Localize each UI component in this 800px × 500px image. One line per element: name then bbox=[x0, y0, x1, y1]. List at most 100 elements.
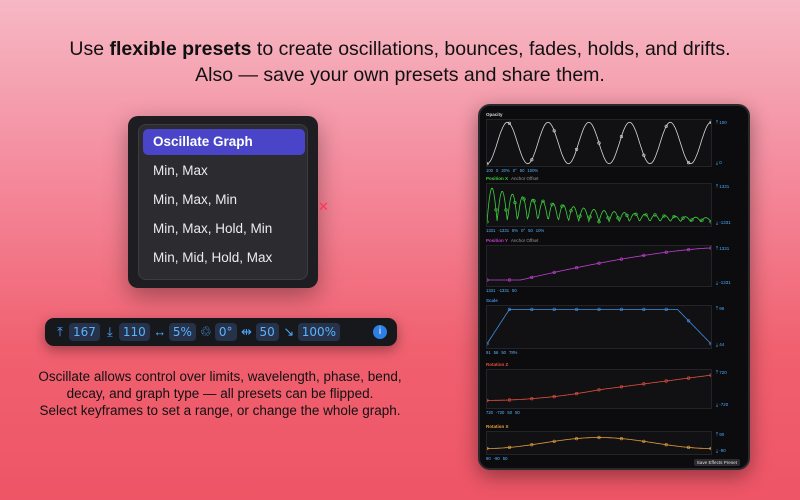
graph-canvas[interactable] bbox=[485, 431, 713, 455]
footer-value[interactable]: -1331 bbox=[498, 228, 509, 233]
graph-curve-svg bbox=[485, 120, 713, 166]
footer-value[interactable]: -90 bbox=[494, 456, 500, 461]
max-value[interactable]: 167 bbox=[69, 323, 100, 341]
panel-header: Position X Anchor Offset bbox=[486, 174, 744, 183]
decay-value[interactable]: 100% bbox=[297, 323, 341, 341]
oscillate-toolbar: ⤒ 167 ⤓ 110 ↔ 5% ♲ 0° ⇹ 50 ↘ 100% i bbox=[45, 318, 397, 346]
footer-value[interactable]: -720 bbox=[496, 410, 504, 415]
footer-value[interactable]: 100% bbox=[527, 168, 538, 173]
footer-value[interactable]: 20% bbox=[501, 168, 509, 173]
panel-header: Scale bbox=[486, 296, 744, 305]
caption-line-2: decay, and graph type — all presets can … bbox=[66, 386, 374, 401]
menu-item-min-max[interactable]: Min, Max bbox=[143, 158, 305, 184]
footer-value[interactable]: 0° bbox=[513, 168, 517, 173]
footer-value[interactable]: 1331 bbox=[486, 228, 495, 233]
footer-value[interactable]: 8% bbox=[512, 228, 518, 233]
footer-value[interactable]: -1331 bbox=[498, 288, 509, 293]
graph-curve bbox=[486, 187, 712, 224]
graph-panel: Scale ⤒ 96 ⤓ 44 91 56 50 78% bbox=[485, 296, 744, 356]
footer-value[interactable]: 0° bbox=[521, 228, 525, 233]
min-limit-icon: ⤓ bbox=[107, 324, 113, 339]
graph-curve-svg bbox=[485, 435, 713, 451]
footer-value[interactable]: 50 bbox=[512, 288, 517, 293]
panel-footer: 1331 -1331 8% 0° 50 10% bbox=[486, 227, 744, 234]
footer-value[interactable]: 50 bbox=[503, 456, 508, 461]
panel-max-label: ⤒ 96 bbox=[716, 306, 725, 311]
bend-value[interactable]: 50 bbox=[255, 323, 279, 341]
graph-canvas[interactable] bbox=[485, 119, 713, 167]
graph-curve-svg bbox=[485, 187, 713, 224]
graph-panel: Position X Anchor Offset ⤒ 1331 ⤓ -1331 1331… bbox=[485, 174, 744, 234]
panel-title: Rotation Z bbox=[486, 362, 509, 367]
graph-canvas[interactable] bbox=[485, 305, 713, 349]
graph-curve bbox=[487, 374, 712, 401]
panel-header: Rotation X bbox=[486, 422, 744, 431]
caption-line-3: Select keyframes to set a range, or chan… bbox=[39, 403, 401, 418]
footer-value[interactable]: 50 bbox=[515, 410, 520, 415]
preset-menu-window: Oscillate Graph Min, Max Min, Max, Min M… bbox=[128, 116, 318, 288]
min-control[interactable]: ⤓ 110 bbox=[103, 322, 150, 342]
footer-value[interactable]: 91 bbox=[486, 350, 491, 355]
min-value[interactable]: 110 bbox=[118, 323, 150, 341]
graph-canvas[interactable] bbox=[485, 369, 713, 409]
graph-panel: Position Y Anchor Offset ⤒ 1331 ⤓ -1331 1331… bbox=[485, 236, 744, 294]
panel-max-label: ⤒ 720 bbox=[716, 370, 727, 375]
info-icon[interactable]: i bbox=[373, 325, 387, 339]
menu-item-min-mid-hold-max[interactable]: Min, Mid, Hold, Max bbox=[143, 245, 305, 271]
phase-cycle-icon: ♲ bbox=[200, 324, 212, 339]
footer-value[interactable]: 90 bbox=[486, 456, 491, 461]
graph-panel: Rotation X ⤒ 90 ⤓ -90 90 -90 50 bbox=[485, 422, 744, 462]
wavelength-control[interactable]: ↔ 5% bbox=[153, 322, 196, 342]
panel-max-label: ⤒ 1331 bbox=[716, 246, 730, 251]
bend-control[interactable]: ⇹ 50 bbox=[240, 322, 279, 342]
footer-value[interactable]: 78% bbox=[509, 350, 517, 355]
footer-value[interactable]: 10% bbox=[536, 228, 544, 233]
graph-curve-svg bbox=[485, 307, 713, 346]
headline: Use flexible presets to create oscillati… bbox=[0, 36, 800, 88]
panel-min-label: ⤓ -720 bbox=[716, 402, 729, 407]
panel-max-label: ⤒ 90 bbox=[716, 432, 725, 437]
footer-value[interactable]: 1331 bbox=[486, 288, 495, 293]
footer-value[interactable]: 50 bbox=[507, 410, 512, 415]
panel-min-label: ⤓ -1331 bbox=[716, 220, 731, 225]
footer-value[interactable]: 50 bbox=[520, 168, 525, 173]
footer-value[interactable]: 56 bbox=[494, 350, 499, 355]
footer-value[interactable]: 50 bbox=[528, 228, 533, 233]
panel-title: Position Y bbox=[486, 238, 508, 243]
panel-title: Rotation X bbox=[486, 424, 509, 429]
graph-curve-svg bbox=[485, 373, 713, 403]
panel-header: Position Y Anchor Offset bbox=[486, 236, 744, 245]
graph-canvas[interactable] bbox=[485, 245, 713, 287]
caption-line-1: Oscillate allows control over limits, wa… bbox=[38, 369, 402, 384]
tablet-device: Opacity ⤒ 100 ⤓ 0 100 0 20% 0° 50 100% Position X… bbox=[478, 104, 750, 470]
graph-curve bbox=[486, 309, 712, 345]
footer-value[interactable]: 720 bbox=[486, 410, 493, 415]
footer-value[interactable]: 100 bbox=[486, 168, 493, 173]
menu-item-min-max-min[interactable]: Min, Max, Min bbox=[143, 187, 305, 213]
decay-control[interactable]: ↘ 100% bbox=[282, 322, 341, 342]
footer-value[interactable]: 50 bbox=[501, 350, 506, 355]
panel-max-label: ⤒ 1331 bbox=[716, 184, 730, 189]
panel-tag[interactable]: Anchor Offset bbox=[511, 238, 538, 243]
graph-curve bbox=[487, 247, 711, 281]
graph-panel: Rotation Z ⤒ 720 ⤓ -720 720 -720 50 50 bbox=[485, 360, 744, 416]
panel-title: Scale bbox=[486, 298, 498, 303]
footer-value[interactable]: 0 bbox=[496, 168, 498, 173]
headline-bold: flexible presets bbox=[109, 38, 252, 60]
menu-item-min-max-hold-min[interactable]: Min, Max, Hold, Min bbox=[143, 216, 305, 242]
phase-value[interactable]: 0° bbox=[214, 323, 237, 341]
panel-min-label: ⤓ 44 bbox=[716, 342, 725, 347]
save-effects-preset-button[interactable]: Save Effects Preset bbox=[693, 459, 740, 466]
menu-item-oscillate-graph[interactable]: Oscillate Graph bbox=[143, 129, 305, 155]
graph-curve bbox=[486, 121, 712, 165]
graph-canvas[interactable] bbox=[485, 183, 713, 227]
panel-min-label: ⤓ -90 bbox=[716, 448, 726, 453]
panel-footer: 720 -720 50 50 bbox=[486, 409, 744, 416]
wavelength-value[interactable]: 5% bbox=[168, 323, 196, 341]
phase-control[interactable]: ♲ 0° bbox=[199, 322, 237, 342]
panel-footer: 1331 -1331 50 bbox=[486, 287, 744, 294]
max-control[interactable]: ⤒ 167 bbox=[53, 322, 100, 342]
panel-footer: 91 56 50 78% bbox=[486, 349, 744, 356]
panel-tag[interactable]: Anchor Offset bbox=[511, 176, 538, 181]
headline-line-2: Also — save your own presets and share t… bbox=[195, 64, 605, 86]
